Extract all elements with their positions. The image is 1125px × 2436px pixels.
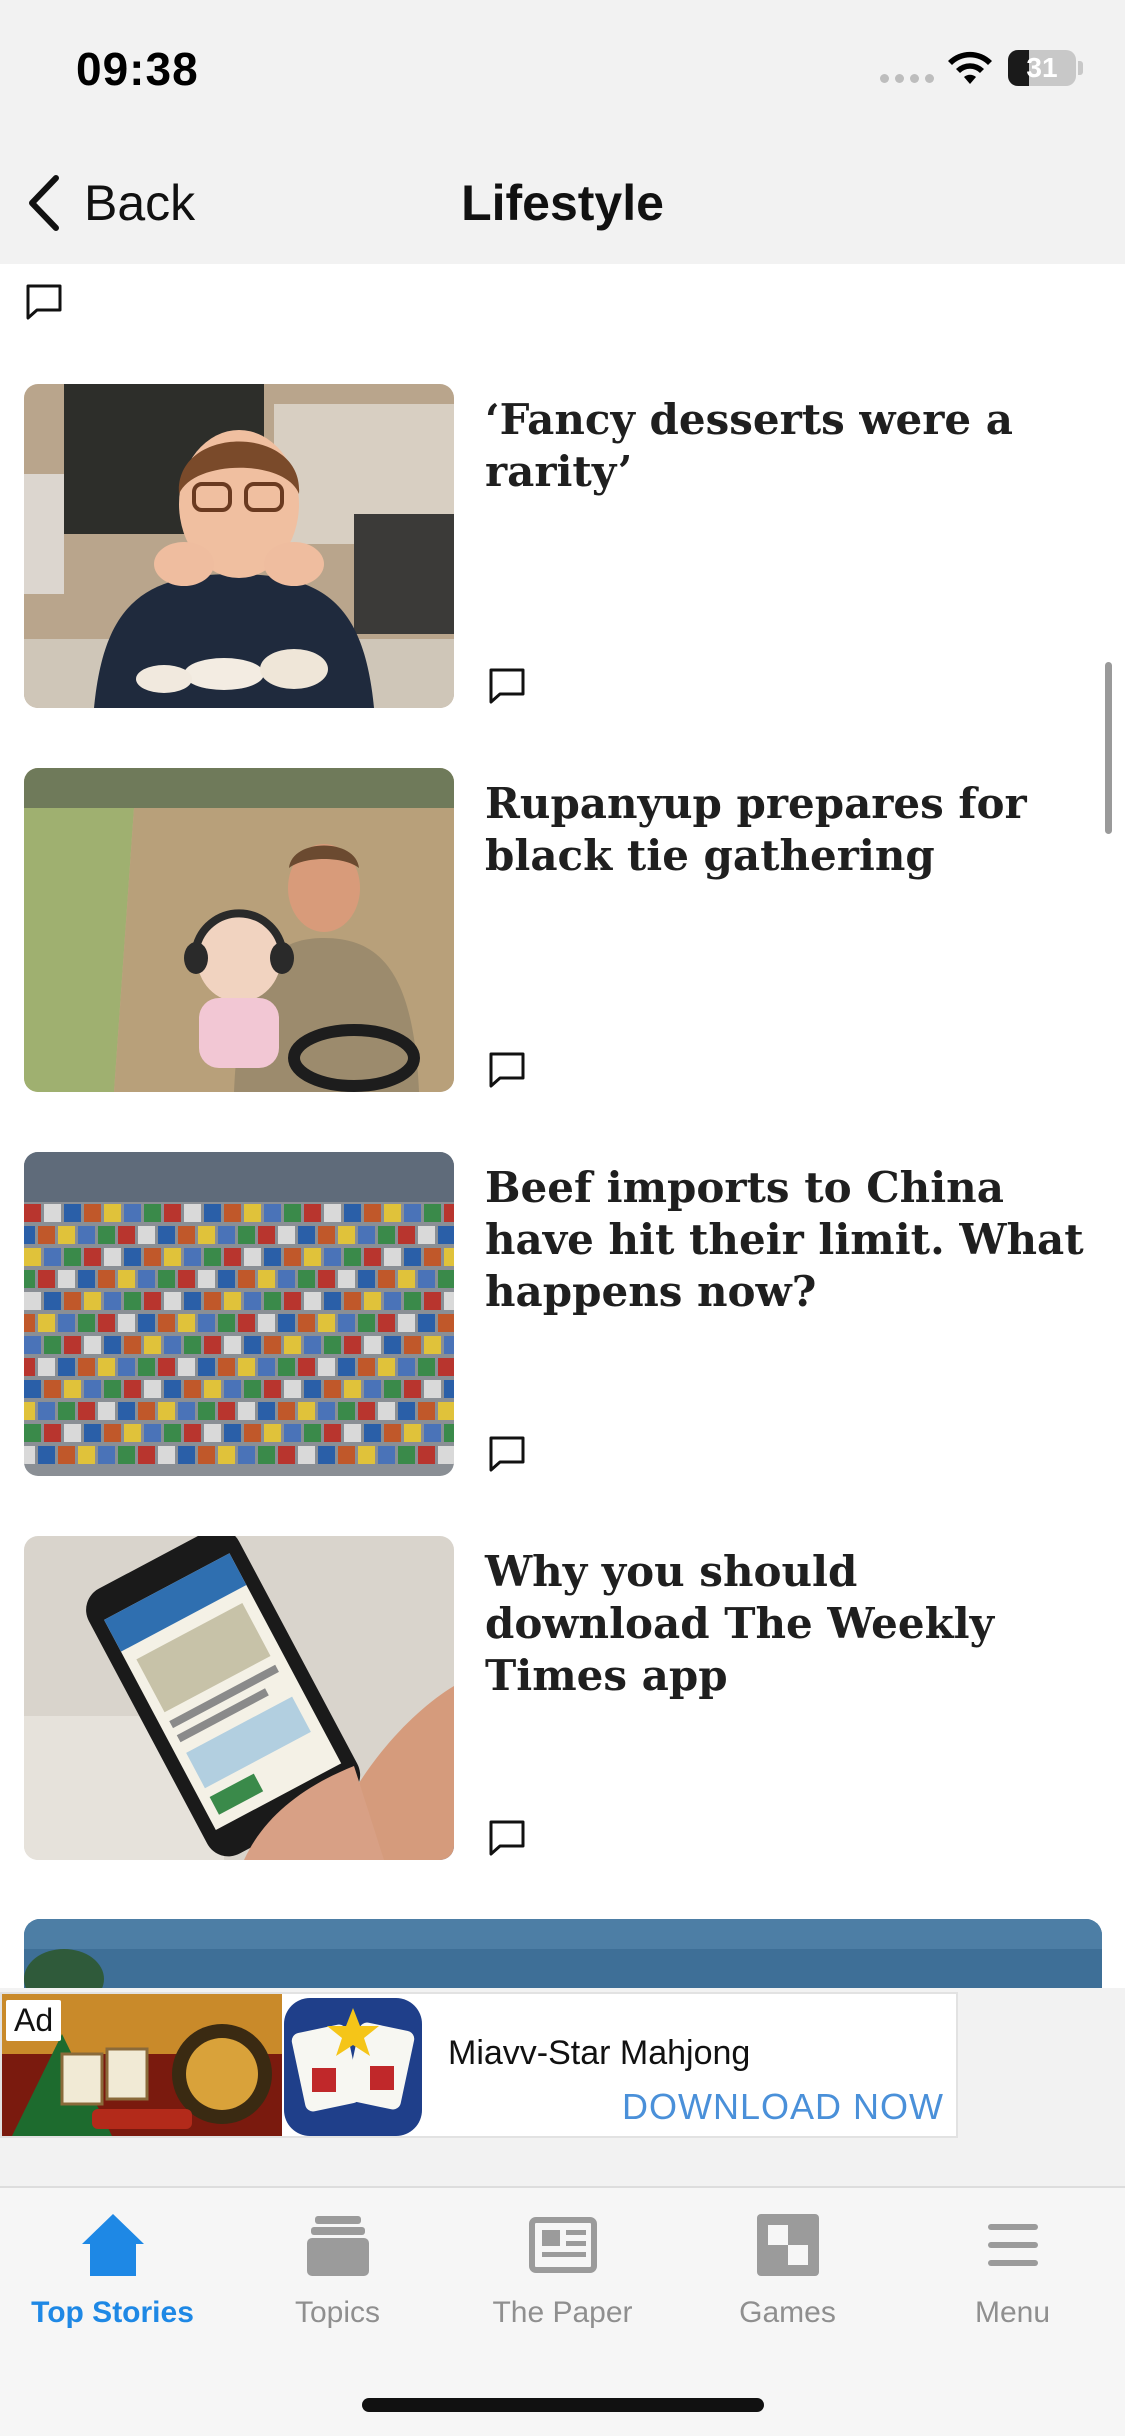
article-thumbnail[interactable] xyxy=(24,384,454,708)
ad-badge: Ad xyxy=(6,2000,62,2041)
article-item[interactable]: Rupanyup prepares for black tie gatherin… xyxy=(24,768,1104,1092)
tab-label: Top Stories xyxy=(31,2296,194,2329)
article-item[interactable]: Beef imports to China have hit their lim… xyxy=(24,1152,1104,1476)
article-thumbnail[interactable] xyxy=(24,1536,454,1860)
tab-label: Menu xyxy=(974,2296,1051,2329)
newspaper-icon xyxy=(528,2217,597,2273)
comment-icon[interactable] xyxy=(24,282,64,322)
scroll-indicator[interactable] xyxy=(1105,662,1112,834)
hamburger-menu-icon xyxy=(987,2224,1038,2266)
wifi-icon xyxy=(948,51,992,84)
status-time: 09:38 xyxy=(76,43,199,95)
ad-download-button[interactable]: DOWNLOAD NOW xyxy=(622,2086,944,2128)
article-item[interactable]: Why you should download The Weekly Times… xyxy=(24,1536,1104,1860)
stack-icon xyxy=(306,2216,369,2276)
ad-banner[interactable]: Ad Miavv-Star Mahjong DOWNLOAD NOW xyxy=(0,1992,958,2138)
comment-icon[interactable] xyxy=(487,1818,527,1858)
article-headline[interactable]: Why you should download The Weekly Times… xyxy=(485,1546,1095,1702)
article-item[interactable]: ‘Fancy desserts were a rarity’ xyxy=(24,384,1104,708)
phone-app-photo xyxy=(24,1536,454,1860)
tab-label: Topics xyxy=(294,2296,381,2329)
tab-label: Games xyxy=(739,2296,836,2329)
cellular-signal-icon xyxy=(880,74,934,83)
article-headline[interactable]: Rupanyup prepares for black tie gatherin… xyxy=(485,778,1095,882)
next-article-thumbnail[interactable] xyxy=(24,1919,1102,1988)
article-list[interactable]: ‘Fancy desserts were a rarity’ Rupanyup … xyxy=(0,264,1125,1988)
home-indicator[interactable] xyxy=(362,2398,764,2412)
water-photo xyxy=(24,1919,1102,1988)
tab-label: The Paper xyxy=(492,2296,633,2329)
battery-nub xyxy=(1078,61,1083,75)
farmer-with-baby-photo xyxy=(24,768,454,1092)
battery-icon: 31 xyxy=(1008,50,1076,86)
comment-icon[interactable] xyxy=(487,666,527,706)
comment-icon[interactable] xyxy=(487,1434,527,1474)
home-icon xyxy=(81,2214,144,2276)
article-headline[interactable]: Beef imports to China have hit their lim… xyxy=(485,1162,1095,1318)
mahjong-app-icon xyxy=(284,1998,422,2136)
battery-level: 31 xyxy=(1026,52,1058,83)
tab-top-stories[interactable]: Top Stories xyxy=(0,2210,225,2360)
comment-icon[interactable] xyxy=(487,1050,527,1090)
navigation-bar: Back Lifestyle xyxy=(0,140,1125,264)
back-button[interactable]: Back xyxy=(24,168,195,238)
ad-zone: Ad Miavv-Star Mahjong DOWNLOAD NOW xyxy=(0,1988,1125,2188)
checkerboard-icon xyxy=(756,2214,819,2276)
article-thumbnail[interactable] xyxy=(24,1152,454,1476)
woman-baker-photo xyxy=(24,384,454,708)
back-button-label: Back xyxy=(84,175,196,231)
chevron-left-icon xyxy=(29,175,59,231)
article-headline[interactable]: ‘Fancy desserts were a rarity’ xyxy=(485,394,1095,498)
status-bar: 09:38 31 xyxy=(0,0,1125,140)
tab-topics[interactable]: Topics xyxy=(225,2210,450,2360)
article-thumbnail[interactable] xyxy=(24,768,454,1092)
ad-title: Miavv-Star Mahjong xyxy=(448,2034,751,2072)
shipping-containers-photo xyxy=(24,1152,454,1476)
tab-the-paper[interactable]: The Paper xyxy=(450,2210,675,2360)
tab-games[interactable]: Games xyxy=(675,2210,900,2360)
tab-menu[interactable]: Menu xyxy=(900,2210,1125,2360)
